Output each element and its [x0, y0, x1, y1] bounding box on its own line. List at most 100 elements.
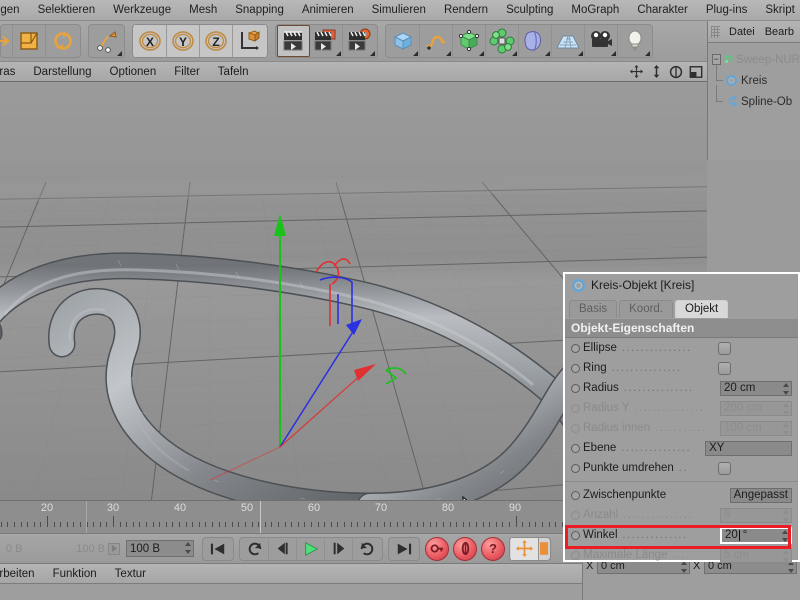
menu-item-sculpting[interactable]: Sculpting	[497, 0, 562, 20]
playhead-secondary[interactable]	[86, 501, 87, 533]
cube-primitive-button[interactable]	[387, 25, 420, 57]
stepper-icon[interactable]	[781, 529, 788, 542]
mograph-button[interactable]	[486, 25, 519, 57]
scale-toggle-button[interactable]	[539, 538, 549, 560]
menu-item-charakter[interactable]: Charakter	[628, 0, 697, 20]
keyframe-help-button[interactable]: ?	[481, 536, 505, 561]
zwischenpunkte-dropdown[interactable]: Angepasst	[729, 487, 792, 503]
animate-toggle-icon[interactable]	[571, 490, 580, 500]
timeline-ruler[interactable]: 20 30 40 50 60 70 80 90	[0, 500, 583, 533]
material-list-area[interactable]	[0, 584, 582, 600]
dolly-icon[interactable]	[650, 64, 663, 79]
go-to-start-button[interactable]	[204, 538, 232, 560]
objmgr-menu-bearbeiten[interactable]: Bearb	[760, 26, 799, 38]
matmgr-menu-textur[interactable]: Textur	[106, 568, 155, 580]
go-to-end-button[interactable]	[390, 538, 418, 560]
viewport-menu-kameras[interactable]: eras	[0, 62, 24, 82]
menu-item-mograph[interactable]: MoGraph	[562, 0, 628, 20]
stepper-icon[interactable]	[782, 382, 789, 395]
record-key-button[interactable]	[425, 536, 449, 561]
scene-floor-button[interactable]	[552, 25, 585, 57]
menu-item-erzeugen[interactable]: ugen	[0, 0, 29, 20]
animate-toggle-icon[interactable]	[571, 343, 580, 353]
animate-toggle-icon[interactable]	[571, 363, 580, 373]
render-settings-button[interactable]	[343, 25, 376, 57]
object-row-sweep-nurbs[interactable]: − Sweep-NUR	[712, 49, 800, 70]
matmgr-menu-funktion[interactable]: Funktion	[44, 568, 106, 580]
menu-item-mesh[interactable]: Mesh	[180, 0, 226, 20]
pan-icon[interactable]	[629, 64, 644, 79]
ruler-minor-tick	[429, 522, 431, 527]
playhead[interactable]	[260, 501, 261, 533]
menu-item-simulieren[interactable]: Simulieren	[363, 0, 435, 20]
menu-item-rendern[interactable]: Rendern	[435, 0, 497, 20]
axis-y-button[interactable]: Y	[167, 25, 200, 57]
animate-toggle-icon[interactable]	[571, 383, 580, 393]
ruler-minor-tick	[509, 522, 510, 527]
ruler-minor-tick	[251, 522, 253, 527]
ebene-dropdown[interactable]: XY	[705, 440, 793, 456]
ruler-minor-tick	[330, 522, 332, 527]
viewport-menu-darstellung[interactable]: Darstellung	[24, 62, 100, 82]
move-tool-button[interactable]	[0, 25, 13, 57]
stepper-icon[interactable]	[184, 542, 191, 554]
light-button[interactable]	[618, 25, 651, 57]
tab-koord[interactable]: Koord.	[619, 300, 674, 318]
ruler-minor-tick	[126, 522, 128, 527]
menu-item-selektieren[interactable]: Selektieren	[29, 0, 105, 20]
spline-button[interactable]	[420, 25, 453, 57]
playback-range-display[interactable]: 0 B 100 B	[4, 541, 122, 557]
matmgr-menu-bearbeiten[interactable]: arbeiten	[0, 568, 44, 580]
deformer-button[interactable]	[519, 25, 552, 57]
workplane-tool-button[interactable]	[90, 25, 123, 57]
punkte-umdrehen-checkbox[interactable]	[718, 461, 731, 475]
autokey-button[interactable]	[453, 536, 477, 561]
ring-checkbox[interactable]	[718, 361, 731, 375]
property-row-radius: Radius ............... 20 cm	[565, 378, 798, 398]
step-back-button[interactable]	[269, 537, 297, 560]
step-forward-button[interactable]	[325, 537, 353, 560]
next-key-button[interactable]	[353, 538, 381, 560]
objmgr-menu-datei[interactable]: Datei	[724, 26, 760, 38]
range-play-icon[interactable]	[108, 542, 120, 555]
scale-tool-button[interactable]	[13, 25, 46, 57]
menu-item-snapping[interactable]: Snapping	[226, 0, 293, 20]
render-view-button[interactable]	[277, 25, 310, 57]
play-button[interactable]	[297, 537, 325, 560]
viewport-menu-tafeln[interactable]: Tafeln	[209, 62, 258, 82]
viewport-menu-optionen[interactable]: Optionen	[101, 62, 166, 82]
object-row-kreis[interactable]: Kreis	[712, 64, 800, 91]
ruler-minor-tick	[390, 522, 392, 527]
menu-item-animieren[interactable]: Animieren	[293, 0, 363, 20]
axis-x-button[interactable]: X	[134, 25, 167, 57]
animate-toggle-icon[interactable]	[571, 530, 580, 540]
axis-z-button[interactable]: Z	[200, 25, 233, 57]
ellipse-checkbox[interactable]	[718, 341, 731, 355]
menu-item-werkzeuge[interactable]: Werkzeuge	[104, 0, 180, 20]
layout-icon[interactable]	[689, 65, 703, 79]
panel-grip-icon[interactable]	[711, 25, 720, 38]
radius-field[interactable]: 20 cm	[720, 380, 792, 396]
menu-item-skript[interactable]: Skript	[756, 0, 800, 20]
generator-button[interactable]	[453, 25, 486, 57]
previous-key-button[interactable]	[241, 537, 269, 560]
animate-toggle-icon[interactable]	[571, 463, 580, 473]
project-length-field[interactable]: 100 B	[126, 540, 194, 557]
menu-item-plugins[interactable]: Plug-ins	[697, 0, 757, 20]
object-row-spline-objekt[interactable]: Spline-Ob	[712, 85, 800, 112]
position-toggle-button[interactable]	[511, 537, 539, 560]
tab-basis[interactable]: Basis	[569, 300, 618, 318]
tab-objekt[interactable]: Objekt	[675, 300, 729, 318]
winkel-input[interactable]: 20 °	[720, 526, 792, 544]
ruler-minor-tick	[403, 522, 405, 527]
ruler-minor-tick	[86, 522, 88, 527]
animate-toggle-icon[interactable]	[571, 443, 580, 453]
rotate-tool-button[interactable]	[46, 25, 79, 57]
ruler-minor-tick	[119, 522, 121, 527]
render-region-button[interactable]	[310, 25, 343, 57]
stepper-icon	[782, 509, 789, 522]
viewport-menu-filter[interactable]: Filter	[165, 62, 209, 82]
camera-button[interactable]	[585, 25, 618, 57]
rotate-view-icon[interactable]	[669, 65, 683, 79]
world-object-coordinate-button[interactable]	[233, 25, 266, 57]
